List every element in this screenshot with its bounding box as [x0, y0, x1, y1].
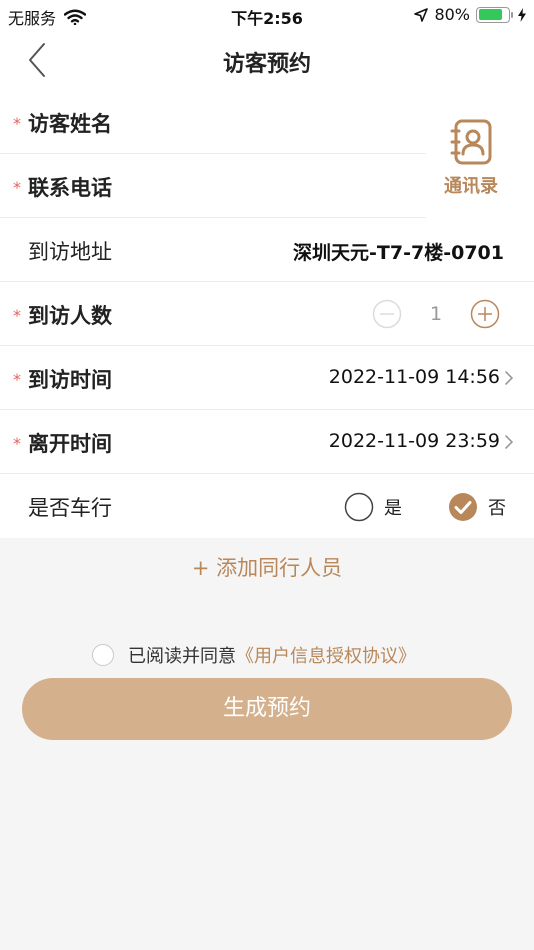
battery-percent: 80%	[434, 5, 470, 24]
required-mark: *	[13, 370, 21, 389]
required-mark: *	[13, 114, 21, 133]
add-companion-link[interactable]: + 添加同行人员	[0, 552, 534, 582]
leave-time-row[interactable]: * 离开时间 2022-11-09 23:59	[0, 410, 534, 474]
status-right: 80%	[414, 5, 526, 24]
radio-no[interactable]: 否	[448, 492, 506, 522]
agreement-link[interactable]: 《用户信息授权协议》	[236, 642, 416, 668]
visitor-name-row[interactable]: * 访客姓名	[0, 90, 426, 154]
visitor-form: * 访客姓名 * 联系电话 通讯录 到访地址 深圳天元-T7-7楼-0701 *	[0, 90, 534, 538]
phone-row[interactable]: * 联系电话	[0, 154, 426, 218]
phone-label: 联系电话	[28, 176, 112, 200]
agreement: 已阅读并同意 《用户信息授权协议》	[92, 642, 416, 668]
has-car-label: 是否车行	[28, 496, 112, 520]
leave-time-value: 2022-11-09 23:59	[328, 430, 500, 452]
radio-no-label: 否	[488, 498, 506, 519]
radio-unchecked-icon	[344, 492, 374, 522]
status-bar: 无服务 下午2:56 80%	[0, 0, 534, 30]
required-mark: *	[13, 306, 21, 325]
submit-button[interactable]: 生成预约	[22, 678, 512, 740]
arrival-time-value: 2022-11-09 14:56	[328, 366, 500, 388]
visitor-count-label: 到访人数	[28, 304, 112, 328]
has-car-row: 是否车行 是 否	[0, 474, 534, 538]
agreement-checkbox[interactable]	[92, 644, 114, 666]
radio-checked-icon	[449, 493, 477, 521]
has-car-radio-group: 是 否	[344, 492, 506, 522]
address-label: 到访地址	[28, 240, 112, 264]
contact-book-icon	[450, 119, 492, 165]
visitor-count-value: 1	[429, 303, 443, 325]
radio-yes-label: 是	[384, 498, 402, 519]
charging-icon	[518, 7, 526, 22]
address-row: 到访地址 深圳天元-T7-7楼-0701	[0, 218, 534, 282]
contacts-label: 通讯录	[444, 176, 498, 197]
visitor-count-stepper: 1	[372, 299, 500, 329]
visitor-count-row: * 到访人数 1	[0, 282, 534, 346]
contacts-button[interactable]: 通讯录	[426, 90, 534, 218]
plus-circle-icon[interactable]	[470, 299, 500, 329]
location-arrow-icon	[414, 7, 429, 22]
radio-yes[interactable]: 是	[344, 492, 402, 522]
battery-fill	[478, 9, 502, 20]
nav-bar: 访客预约	[0, 30, 534, 90]
required-mark: *	[13, 178, 21, 197]
arrival-time-label: 到访时间	[28, 368, 112, 392]
screen: 无服务 下午2:56 80% 访客预约 * 访客姓名 * 联系电话 通讯录 到访…	[0, 0, 534, 950]
visitor-name-label: 访客姓名	[28, 112, 112, 136]
battery-icon	[476, 6, 513, 23]
leave-time-label: 离开时间	[28, 432, 112, 456]
arrival-time-row[interactable]: * 到访时间 2022-11-09 14:56	[0, 346, 534, 410]
chevron-right-icon	[505, 371, 514, 385]
required-mark: *	[13, 434, 21, 453]
agreement-text: 已阅读并同意	[128, 646, 236, 667]
chevron-right-icon	[505, 435, 514, 449]
page-title: 访客预约	[222, 52, 311, 77]
address-value: 深圳天元-T7-7楼-0701	[293, 242, 504, 264]
minus-circle-icon[interactable]	[372, 299, 402, 329]
